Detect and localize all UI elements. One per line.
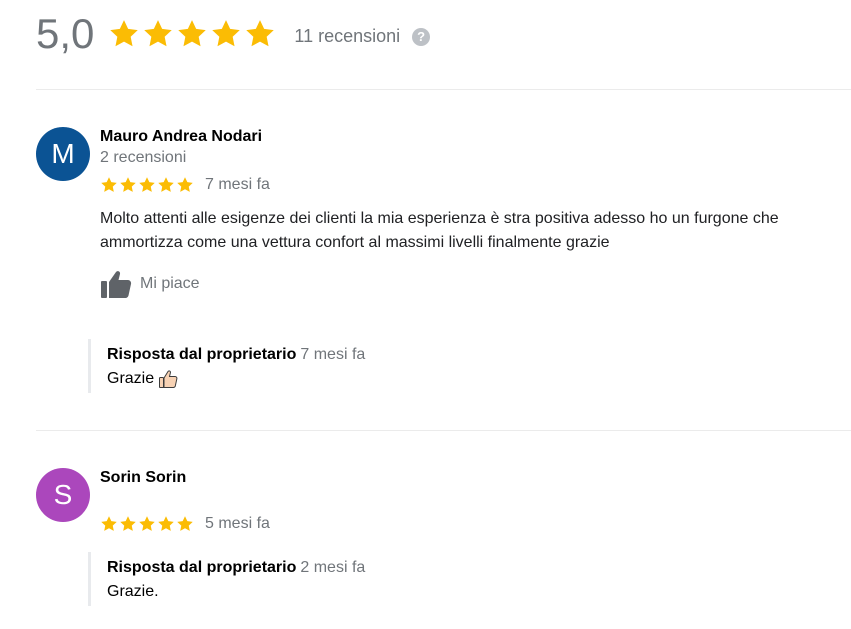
reply-title: Risposta dal proprietario [107,346,297,363]
star-icon [212,20,241,47]
review-count-link[interactable]: 11 recensioni [294,26,400,47]
divider [36,430,851,431]
reply-date: 7 mesi fa [300,346,366,363]
like-button[interactable]: Mi piace [100,269,851,299]
star-icon [158,516,174,531]
review-date: 5 mesi fa [205,515,270,532]
rating-row: 5 mesi fa [100,512,851,536]
avatar-letter: M [51,138,75,169]
star-icon [144,20,173,47]
avatar-letter: S [53,479,73,510]
review-date: 7 mesi fa [205,176,270,193]
reply-header: Risposta dal proprietario 7 mesi fa [107,339,365,367]
rating-summary: 5,0 11 recensioni ? [36,6,431,62]
star-icon [120,516,136,531]
review-stars [100,176,195,194]
summary-stars [108,18,278,50]
review-text-line: ammortizza come una vettura confort al m… [100,234,610,251]
star-icon [101,516,117,531]
reply-text-content: Grazie. [107,583,159,600]
review-text: Molto attenti alle esigenze dei clienti … [100,207,851,255]
reply-text: Grazie. [107,580,365,604]
star-icon [139,516,155,531]
review-text-line: Molto attenti alle esigenze dei clienti … [100,210,779,227]
author-name[interactable]: Sorin Sorin [100,468,851,488]
like-label: Mi piace [140,275,200,292]
review-body: Sorin Sorin 5 mesi fa [100,468,851,536]
reply-text-content: Grazie [107,370,155,387]
avatar[interactable]: M [36,127,90,181]
divider [36,89,851,90]
owner-reply: Risposta dal proprietario 7 mesi fa Grazi… [88,339,365,393]
author-name[interactable]: Mauro Andrea Nodari [100,127,851,147]
rating-row: 7 mesi fa [100,173,851,197]
review-body: Mauro Andrea Nodari 2 recensioni 7 mesi … [100,127,851,299]
reply-text: Grazie [107,367,365,391]
review-stars [100,515,195,533]
star-icon [246,20,275,47]
star-icon [139,177,155,192]
average-rating: 5,0 [36,10,95,57]
author-review-count: 2 recensioni [100,149,187,166]
star-icon [101,177,117,192]
avatar[interactable]: S [36,468,90,522]
owner-reply: Risposta dal proprietario 2 mesi fa Grazi… [88,552,365,606]
star-icon [177,177,193,192]
star-icon [178,20,207,47]
reply-date: 2 mesi fa [300,559,366,576]
thumbs-up-icon [101,271,132,298]
thumbs-up-emoji-icon [154,369,178,389]
star-icon [158,177,174,192]
star-icon [177,516,193,531]
reply-title: Risposta dal proprietario [107,559,297,576]
star-icon [120,177,136,192]
reply-header: Risposta dal proprietario 2 mesi fa [107,552,365,580]
star-icon [110,20,139,47]
help-icon[interactable]: ? [412,27,431,46]
